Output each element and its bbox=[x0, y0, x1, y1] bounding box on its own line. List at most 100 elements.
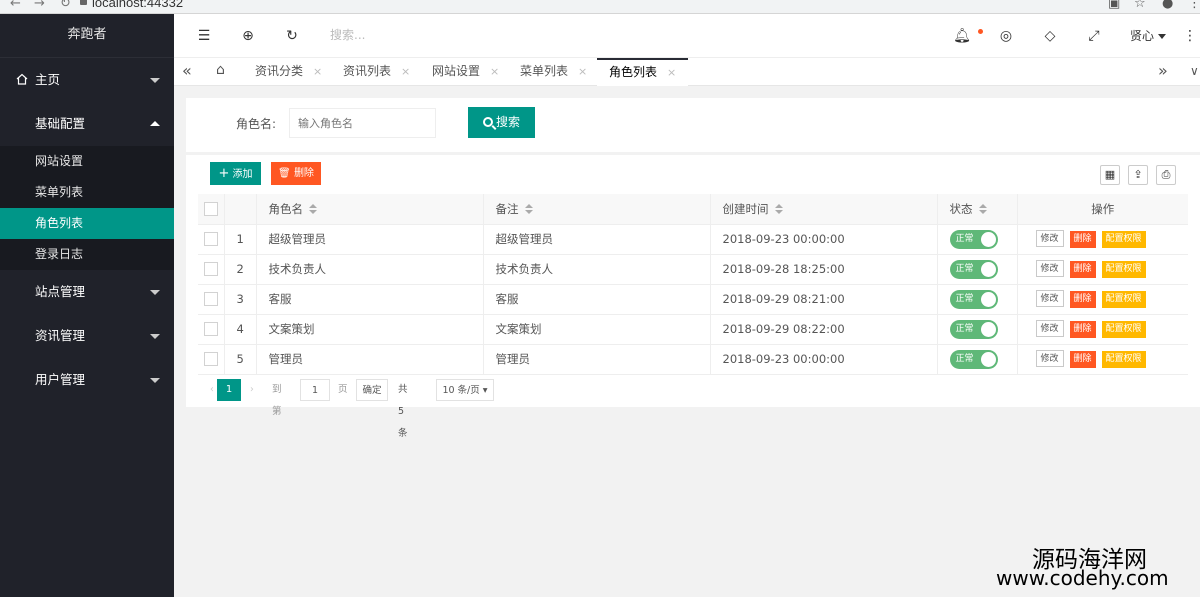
row-index: 1 bbox=[224, 224, 257, 255]
export-icon[interactable]: ⇪ bbox=[1128, 165, 1148, 185]
sidebar-item-news-manage[interactable]: 资讯管理 bbox=[0, 314, 174, 358]
tab-role-list[interactable]: 角色列表 × bbox=[597, 58, 689, 86]
close-icon[interactable]: × bbox=[313, 65, 322, 78]
goto-page-input[interactable]: 1 bbox=[300, 379, 330, 401]
close-icon[interactable]: × bbox=[667, 66, 676, 79]
sidebar-item-login-log[interactable]: 登录日志 bbox=[0, 239, 174, 270]
bell-icon[interactable]: 🔔︎ bbox=[952, 26, 972, 46]
remark-header[interactable]: 备注 bbox=[483, 194, 711, 225]
sidebar-item-home[interactable]: 主页 bbox=[0, 58, 174, 102]
tabs-next-icon[interactable]: » bbox=[1158, 61, 1168, 80]
edit-button[interactable]: 修改 bbox=[1035, 230, 1064, 247]
theme-icon[interactable]: ◎ bbox=[996, 26, 1016, 46]
sort-icon[interactable] bbox=[978, 204, 987, 215]
print-icon[interactable]: ⎙ bbox=[1156, 165, 1176, 185]
ops-cell: 修改 删除 配置权限 bbox=[1017, 224, 1188, 255]
sidebar-item-role-list[interactable]: 角色列表 bbox=[0, 208, 174, 239]
batch-delete-button[interactable]: 🗑︎ 删除 bbox=[271, 162, 321, 185]
extension-icon[interactable]: ▣ bbox=[1108, 0, 1120, 11]
back-icon[interactable]: ← bbox=[10, 0, 21, 11]
edit-button[interactable]: 修改 bbox=[1035, 320, 1064, 337]
edit-button[interactable]: 修改 bbox=[1035, 260, 1064, 277]
page-1-button[interactable]: 1 bbox=[217, 379, 241, 401]
ops-cell: 修改 删除 配置权限 bbox=[1017, 284, 1188, 315]
prev-page-icon[interactable]: ‹ bbox=[210, 379, 214, 401]
status-label: 正常 bbox=[955, 323, 974, 334]
close-icon[interactable]: × bbox=[401, 65, 410, 78]
tab-news-category[interactable]: 资讯分类 × bbox=[255, 58, 322, 86]
role-name-input[interactable] bbox=[289, 108, 436, 138]
tabs-menu-icon[interactable]: ∨ bbox=[1190, 64, 1199, 78]
delete-button[interactable]: 删除 bbox=[1069, 321, 1096, 338]
row-checkbox[interactable] bbox=[204, 322, 218, 337]
created-header[interactable]: 创建时间 bbox=[710, 194, 938, 225]
delete-button[interactable]: 删除 bbox=[1069, 261, 1096, 278]
sort-icon[interactable] bbox=[524, 204, 533, 215]
tab-site-settings[interactable]: 网站设置 × bbox=[432, 58, 499, 86]
status-toggle[interactable]: 正常 bbox=[949, 259, 998, 279]
sidebar-item-label: 用户管理 bbox=[35, 372, 86, 387]
user-menu[interactable]: 贤心 bbox=[1130, 27, 1167, 44]
permission-button[interactable]: 配置权限 bbox=[1101, 231, 1146, 248]
columns-icon[interactable]: ▦ bbox=[1100, 165, 1120, 185]
status-toggle[interactable]: 正常 bbox=[949, 229, 998, 249]
globe-icon[interactable]: ⊕ bbox=[238, 26, 258, 46]
delete-button[interactable]: 删除 bbox=[1069, 291, 1096, 308]
status-toggle[interactable]: 正常 bbox=[949, 349, 998, 369]
name-header[interactable]: 角色名 bbox=[256, 194, 484, 225]
page-size-select[interactable]: 10 条/页 ▾ bbox=[436, 379, 494, 401]
more-icon[interactable]: ⋮ bbox=[1180, 26, 1200, 46]
add-button[interactable]: + 添加 bbox=[210, 162, 261, 185]
close-icon[interactable]: × bbox=[490, 65, 499, 78]
sidebar-item-menu-list[interactable]: 菜单列表 bbox=[0, 177, 174, 208]
row-select-cell bbox=[198, 284, 225, 315]
delete-button[interactable]: 删除 bbox=[1069, 351, 1096, 368]
sidebar-item-site-manage[interactable]: 站点管理 bbox=[0, 270, 174, 314]
row-checkbox[interactable] bbox=[204, 292, 218, 307]
permission-button[interactable]: 配置权限 bbox=[1101, 261, 1146, 278]
home-tab-icon[interactable]: ⌂ bbox=[216, 62, 225, 78]
trash-icon: 🗑︎ bbox=[278, 168, 291, 179]
chevron-down-icon bbox=[1158, 34, 1167, 39]
total-count: 共 5 条 bbox=[398, 384, 408, 439]
permission-button[interactable]: 配置权限 bbox=[1101, 351, 1146, 368]
search-button[interactable]: 搜索 bbox=[468, 107, 535, 138]
url-bar[interactable]: localhost:44332 bbox=[92, 0, 183, 10]
menu-toggle-icon[interactable]: ☰ bbox=[194, 26, 214, 46]
account-icon[interactable]: ● bbox=[1162, 0, 1173, 11]
header-search-input[interactable]: 搜索... bbox=[330, 26, 365, 43]
reload-icon[interactable]: ↻ bbox=[60, 0, 71, 11]
fullscreen-icon[interactable]: ⤢ bbox=[1084, 26, 1104, 46]
remark-cell: 文案策划 bbox=[483, 314, 711, 345]
tag-icon[interactable]: ◇ bbox=[1040, 26, 1060, 46]
sidebar-item-user-manage[interactable]: 用户管理 bbox=[0, 358, 174, 402]
next-page-icon[interactable]: › bbox=[250, 379, 254, 401]
permission-button[interactable]: 配置权限 bbox=[1101, 321, 1146, 338]
tab-menu-list[interactable]: 菜单列表 × bbox=[520, 58, 587, 86]
tab-news-list[interactable]: 资讯列表 × bbox=[343, 58, 410, 86]
row-checkbox[interactable] bbox=[204, 262, 218, 277]
select-all-checkbox[interactable] bbox=[204, 202, 218, 216]
row-checkbox[interactable] bbox=[204, 232, 218, 247]
status-toggle[interactable]: 正常 bbox=[949, 289, 998, 309]
sort-icon[interactable] bbox=[309, 204, 317, 215]
edit-button[interactable]: 修改 bbox=[1035, 290, 1064, 307]
forward-icon[interactable]: → bbox=[34, 0, 45, 11]
sidebar-item-basic-config[interactable]: 基础配置 bbox=[0, 102, 174, 146]
row-checkbox[interactable] bbox=[204, 352, 218, 367]
tabs-prev-icon[interactable]: « bbox=[182, 61, 192, 80]
sidebar-item-site-settings[interactable]: 网站设置 bbox=[0, 146, 174, 177]
page-tabs: « ⌂ 资讯分类 × 资讯列表 × 网站设置 × 菜单列表 × 角色列表 × » ∨ bbox=[174, 58, 1200, 86]
refresh-icon[interactable]: ↻ bbox=[282, 26, 302, 46]
goto-confirm-button[interactable]: 确定 bbox=[356, 379, 388, 401]
status-toggle[interactable]: 正常 bbox=[949, 319, 998, 339]
status-header[interactable]: 状态 bbox=[937, 194, 1018, 225]
delete-button[interactable]: 删除 bbox=[1069, 231, 1096, 248]
browser-menu-icon[interactable]: ⋮ bbox=[1188, 0, 1200, 11]
permission-button[interactable]: 配置权限 bbox=[1101, 291, 1146, 308]
close-icon[interactable]: × bbox=[578, 65, 587, 78]
star-icon[interactable]: ☆ bbox=[1134, 0, 1146, 11]
sort-icon[interactable] bbox=[774, 204, 783, 215]
brand-logo[interactable]: 奔跑者 bbox=[0, 14, 174, 58]
edit-button[interactable]: 修改 bbox=[1035, 350, 1064, 367]
